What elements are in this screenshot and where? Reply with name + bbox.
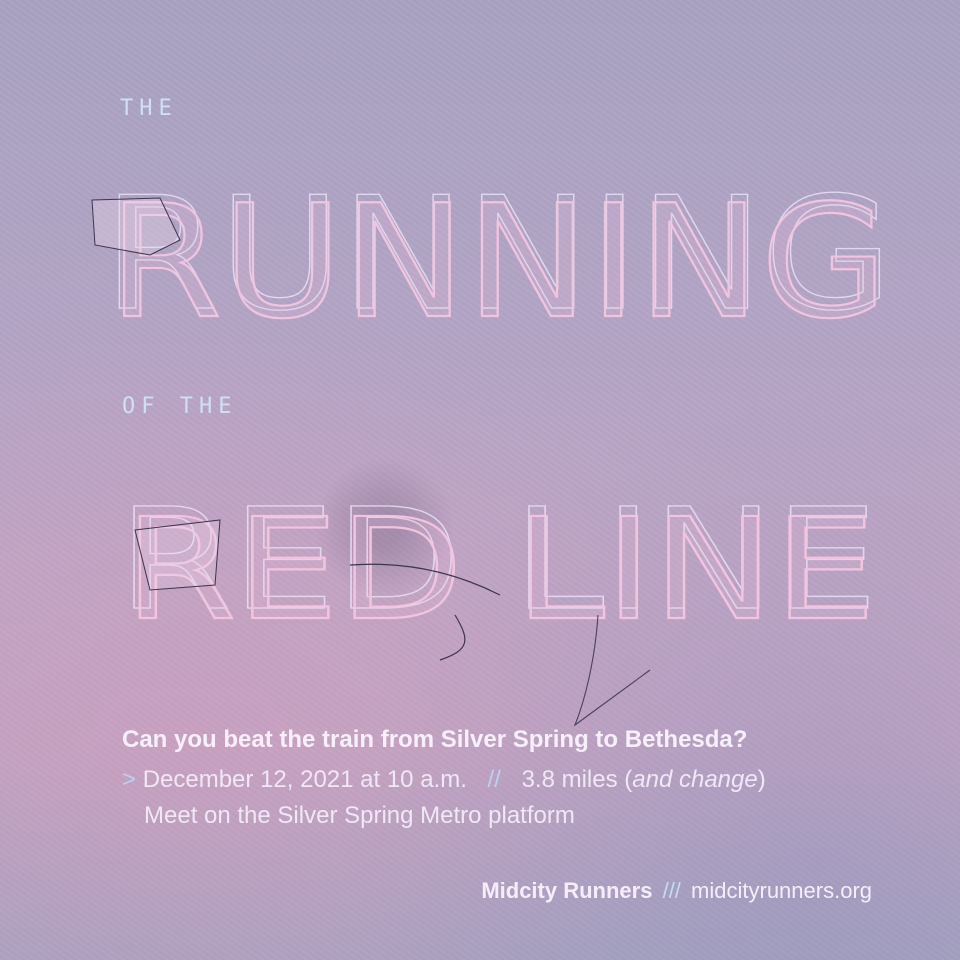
event-separator: // xyxy=(487,766,501,793)
title-red-line: RED LINE RED LINE xyxy=(0,488,960,638)
website-link[interactable]: midcityrunners.org xyxy=(691,878,872,903)
event-distance: 3.8 miles ( xyxy=(521,766,633,793)
svg-text:RED LINE: RED LINE xyxy=(124,489,876,638)
svg-text:RUNNING: RUNNING xyxy=(108,180,888,330)
chevron-right-icon: > xyxy=(122,766,137,793)
title-running: RUNNING RUNNING xyxy=(0,180,960,330)
kicker-the: THE xyxy=(120,96,178,121)
event-details: Can you beat the train from Silver Sprin… xyxy=(122,726,882,834)
event-date: December 12, 2021 at 10 a.m. xyxy=(142,766,467,793)
event-distance-note: and change xyxy=(632,766,758,793)
kicker-of-the: OF THE xyxy=(122,394,238,419)
event-meeting-point: Meet on the Silver Spring Metro platform xyxy=(144,802,575,829)
event-question: Can you beat the train from Silver Sprin… xyxy=(122,726,748,753)
event-distance-close: ) xyxy=(757,766,766,793)
event-date-line: > December 12, 2021 at 10 a.m. // 3.8 mi… xyxy=(122,762,882,798)
footer-separator: /// xyxy=(662,878,681,903)
footer: Midcity Runners /// midcityrunners.org xyxy=(481,878,872,904)
organization-name: Midcity Runners xyxy=(481,878,653,903)
